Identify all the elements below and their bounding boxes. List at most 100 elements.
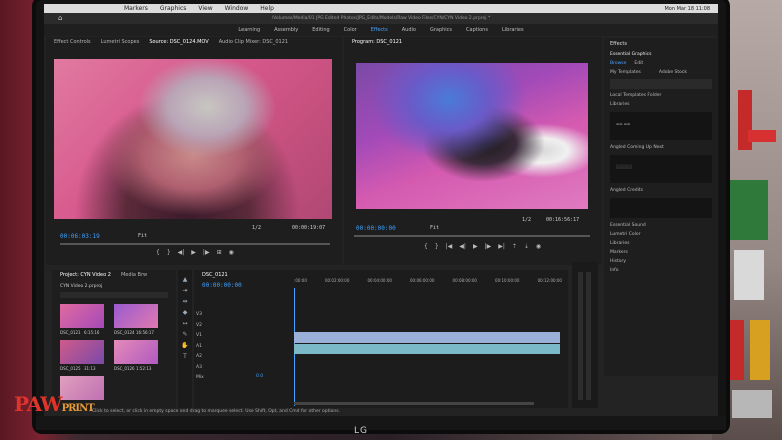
- status-bar: Click to select, or click in empty space…: [44, 408, 718, 416]
- mark-in-icon[interactable]: {: [424, 243, 428, 250]
- track-v3[interactable]: V3: [196, 310, 204, 321]
- libraries-checkbox[interactable]: Libraries: [604, 100, 718, 109]
- track-a3[interactable]: A3: [196, 363, 204, 374]
- workspace-assembly[interactable]: Assembly: [274, 27, 298, 33]
- eg-search-input[interactable]: [610, 79, 712, 89]
- panel-markers[interactable]: Markers: [604, 248, 718, 257]
- panel-libraries[interactable]: Libraries: [604, 239, 718, 248]
- template-thumb-2[interactable]: ░░░░░░: [610, 155, 712, 183]
- mix-value[interactable]: 0.0: [256, 374, 263, 379]
- track-v1[interactable]: V1: [196, 331, 204, 342]
- panel-lumetri-color[interactable]: Lumetri Color: [604, 230, 718, 239]
- extract-icon[interactable]: ⇣: [524, 243, 529, 250]
- tab-source[interactable]: Source: DSC_0124.MOV: [149, 39, 208, 45]
- hand-tool-icon[interactable]: ✋: [181, 342, 188, 349]
- video-clip-v1[interactable]: DSC_0121.MOV [V]: [294, 332, 560, 348]
- clip-thumb-3[interactable]: [60, 340, 104, 364]
- panel-info[interactable]: Info: [604, 266, 718, 275]
- timeline-scrollbar[interactable]: [294, 402, 534, 405]
- go-to-out-icon[interactable]: ▶|: [498, 243, 505, 250]
- mark-in-icon[interactable]: {: [156, 249, 160, 256]
- clip-thumb-2[interactable]: [114, 304, 158, 328]
- menu-graphics[interactable]: Graphics: [160, 5, 187, 12]
- track-a2[interactable]: A2: [196, 352, 204, 363]
- menu-help[interactable]: Help: [260, 5, 274, 12]
- menu-markers[interactable]: Markers: [124, 5, 148, 12]
- program-timecode[interactable]: 00:00:00:00: [356, 225, 396, 232]
- clip-thumb-1[interactable]: [60, 304, 104, 328]
- insert-icon[interactable]: ⊞: [217, 249, 222, 256]
- play-icon[interactable]: ▶: [473, 243, 478, 250]
- track-v2[interactable]: V2: [196, 321, 204, 332]
- selection-tool-icon[interactable]: ▲: [183, 276, 188, 283]
- source-scrubber[interactable]: [60, 243, 330, 245]
- clip-thumb-4[interactable]: [114, 340, 158, 364]
- track-headers: V3 V2 V1 A1 A2 A3 Mix: [196, 310, 204, 384]
- pen-tool-icon[interactable]: ✎: [182, 331, 187, 338]
- tab-project[interactable]: Project: CYN Video 2: [60, 272, 111, 278]
- program-scrubber[interactable]: [354, 235, 590, 237]
- track-select-tool-icon[interactable]: ⇥: [182, 287, 187, 294]
- ripple-edit-tool-icon[interactable]: ⇹: [182, 298, 187, 305]
- workspace-effects[interactable]: Effects: [371, 27, 388, 33]
- tab-edit[interactable]: Edit: [634, 61, 643, 66]
- workspace-graphics[interactable]: Graphics: [430, 27, 452, 33]
- home-icon[interactable]: ⌂: [58, 15, 66, 22]
- time-ruler[interactable]: :00:00 00:02:00:00 00:04:00:00 00:06:00:…: [294, 278, 562, 288]
- go-to-in-icon[interactable]: |◀: [446, 243, 453, 250]
- source-timecode[interactable]: 00:06:03:19: [60, 233, 100, 240]
- play-icon[interactable]: ▶: [191, 249, 196, 256]
- workspace-learning[interactable]: Learning: [238, 27, 260, 33]
- camera-icon[interactable]: ◉: [229, 249, 234, 256]
- source-fit-select[interactable]: Fit: [138, 233, 147, 239]
- template-thumb-3[interactable]: [610, 198, 712, 218]
- tab-effect-controls[interactable]: Effect Controls: [54, 39, 91, 45]
- razor-tool-icon[interactable]: ◆: [183, 309, 188, 316]
- mark-out-icon[interactable]: }: [167, 249, 171, 256]
- type-tool-icon[interactable]: T: [183, 353, 187, 360]
- tab-audio-clip-mixer[interactable]: Audio Clip Mixer: DSC_0121: [219, 39, 288, 45]
- menu-window[interactable]: Window: [225, 5, 249, 12]
- lift-icon[interactable]: ⇡: [512, 243, 517, 250]
- step-forward-icon[interactable]: |▶: [485, 243, 492, 250]
- slip-tool-icon[interactable]: ↔: [182, 320, 187, 327]
- step-forward-icon[interactable]: |▶: [203, 249, 210, 256]
- track-mix[interactable]: Mix: [196, 373, 204, 384]
- track-a1[interactable]: A1: [196, 342, 204, 353]
- workspace-libraries[interactable]: Libraries: [502, 27, 524, 33]
- program-tabs: Program: DSC_0121: [344, 37, 602, 47]
- menu-view[interactable]: View: [198, 5, 212, 12]
- template-thumb-1[interactable]: ▬▬ ▬▬: [610, 112, 712, 140]
- source-resolution-select[interactable]: 1/2: [252, 225, 261, 231]
- project-search-input[interactable]: [60, 292, 168, 298]
- program-video-frame[interactable]: [356, 63, 588, 209]
- workspace-color[interactable]: Color: [344, 27, 357, 33]
- mark-out-icon[interactable]: }: [435, 243, 439, 250]
- source-video-frame[interactable]: [54, 59, 332, 219]
- audio-clip-a1[interactable]: [294, 344, 560, 354]
- workspace-audio[interactable]: Audio: [402, 27, 416, 33]
- premiere-window: Markers Graphics View Window Help Mon Ma…: [44, 4, 718, 416]
- effects-title[interactable]: Effects: [604, 38, 718, 50]
- adobe-stock-option[interactable]: Adobe Stock: [659, 70, 687, 75]
- workspace-editing[interactable]: Editing: [312, 27, 329, 33]
- step-back-icon[interactable]: ◀|: [178, 249, 185, 256]
- panel-essential-sound[interactable]: Essential Sound: [604, 221, 718, 230]
- local-templates-checkbox[interactable]: Local Templates Folder: [604, 91, 718, 100]
- workspace-captions[interactable]: Captions: [466, 27, 488, 33]
- program-transport: { } |◀ ◀| ▶ |▶ ▶| ⇡ ⇣ ◉: [424, 243, 541, 250]
- tab-browse[interactable]: Browse: [610, 61, 626, 66]
- panel-history[interactable]: History: [604, 257, 718, 266]
- tab-media-browser[interactable]: Media Brw: [121, 272, 147, 278]
- tab-lumetri-scopes[interactable]: Lumetri Scopes: [101, 39, 140, 45]
- program-fit-select[interactable]: Fit: [430, 225, 439, 231]
- tab-program[interactable]: Program: DSC_0121: [352, 39, 402, 45]
- camera-icon[interactable]: ◉: [536, 243, 541, 250]
- timeline-timecode[interactable]: 00:00:00:00: [202, 282, 242, 289]
- tab-sequence[interactable]: DSC_0121: [202, 272, 228, 278]
- step-back-icon[interactable]: ◀|: [459, 243, 466, 250]
- ruler-tick-2: 00:04:00:00: [367, 278, 392, 283]
- menu-clock: Mon Mar 18 11:08: [664, 5, 710, 12]
- my-templates-option[interactable]: My Templates: [610, 70, 641, 75]
- program-resolution-select[interactable]: 1/2: [522, 217, 531, 223]
